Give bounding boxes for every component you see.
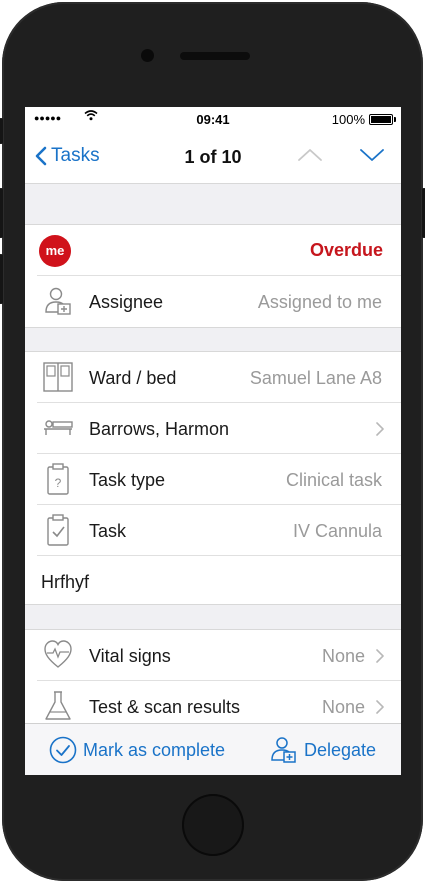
assignee-value: Assigned to me <box>257 292 382 312</box>
page-title: 1 of 10 <box>184 147 242 167</box>
navigation-bar: Tasks 1 of 10 <box>25 131 401 184</box>
check-circle-icon <box>49 736 77 764</box>
delegate-label: Delegate <box>304 739 377 760</box>
user-plus-icon <box>42 284 74 318</box>
task-row: Task IV Cannula <box>25 505 401 556</box>
vital-signs-label: Vital signs <box>89 646 171 666</box>
mark-complete-button[interactable]: Mark as complete <box>49 736 225 764</box>
section-spacer <box>25 604 401 630</box>
user-plus-icon <box>271 737 296 763</box>
task-type-label: Task type <box>89 470 166 490</box>
clipboard-question-icon: ? <box>42 462 74 496</box>
door-icon <box>42 360 74 394</box>
next-task-button[interactable] <box>359 147 385 168</box>
task-status-row: me Overdue <box>25 225 401 276</box>
ward-bed-label: Ward / bed <box>89 368 177 388</box>
home-button[interactable] <box>182 794 244 856</box>
chevron-down-icon <box>360 149 384 161</box>
assignee-row[interactable]: Assignee Assigned to me <box>25 276 401 327</box>
vital-signs-value: None <box>321 646 365 666</box>
flask-icon <box>42 689 74 723</box>
earpiece-speaker <box>180 52 250 60</box>
battery-icon <box>369 114 396 125</box>
task-label: Task <box>89 521 127 541</box>
task-type-value: Clinical task <box>285 470 382 490</box>
vital-signs-row[interactable]: Vital signs None <box>25 630 401 681</box>
chevron-right-icon <box>376 422 384 436</box>
assignee-label: Assignee <box>89 292 164 312</box>
patient-row[interactable]: Barrows, Harmon <box>25 403 401 454</box>
section-spacer <box>25 327 401 352</box>
volume-down-button <box>0 254 3 304</box>
app-screen: ●●●●● 09:41 100% Tasks 1 of 10 me Overdu… <box>25 107 401 775</box>
clipboard-check-icon <box>42 513 74 547</box>
task-type-row: ? Task type Clinical task <box>25 454 401 505</box>
task-value: IV Cannula <box>292 521 382 541</box>
task-note-row: Hrfhyf <box>25 556 401 604</box>
heart-pulse-icon <box>42 638 74 672</box>
overdue-status: Overdue <box>309 240 383 260</box>
test-scan-label: Test & scan results <box>89 697 241 717</box>
ward-bed-value: Samuel Lane A8 <box>249 368 382 388</box>
task-note: Hrfhyf <box>41 572 90 592</box>
mark-complete-label: Mark as complete <box>83 739 226 760</box>
assigned-to-me-badge: me <box>39 235 71 267</box>
battery-percent: 100% <box>331 112 365 127</box>
patient-name: Barrows, Harmon <box>89 419 230 439</box>
ward-bed-row: Ward / bed Samuel Lane A8 <box>25 352 401 403</box>
volume-up-button <box>0 188 3 238</box>
delegate-button[interactable]: Delegate <box>270 735 376 765</box>
chevron-right-icon <box>376 649 384 663</box>
section-spacer <box>25 184 401 225</box>
mute-switch <box>0 118 3 144</box>
bottom-toolbar: Mark as complete Delegate <box>25 723 401 775</box>
previous-task-button[interactable] <box>297 147 323 168</box>
hospital-bed-icon <box>42 411 74 445</box>
front-camera <box>141 49 154 62</box>
chevron-up-icon <box>298 149 322 161</box>
chevron-right-icon <box>376 700 384 714</box>
test-scan-value: None <box>321 697 365 717</box>
svg-text:?: ? <box>55 476 62 490</box>
status-bar: ●●●●● 09:41 100% <box>25 107 401 131</box>
